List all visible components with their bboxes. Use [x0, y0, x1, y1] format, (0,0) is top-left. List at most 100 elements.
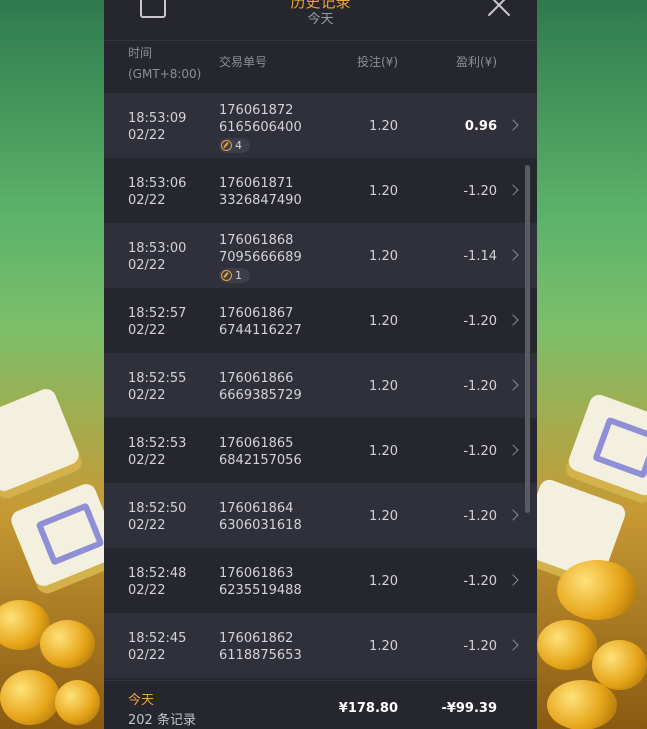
row-bet: 1.20	[369, 509, 398, 524]
coin-decoration	[557, 560, 637, 620]
column-header-profit: 盈利(¥)	[456, 55, 497, 69]
history-panel: 历史记录 今天 时间 (GMT+8:00) 交易单号 投注(¥) 盈利(¥) 1…	[104, 0, 537, 729]
row-id-part1: 176061863	[219, 566, 294, 581]
row-id-part1: 176061867	[219, 306, 294, 321]
table-row[interactable]: 18:52:50 02/22 176061864 6306031618 1.20…	[104, 483, 537, 548]
row-id-cell: 176061862 6118875653	[219, 630, 302, 664]
chevron-right-icon[interactable]	[507, 119, 519, 131]
row-time-cell: 18:53:00 02/22	[128, 240, 186, 274]
row-date: 02/22	[128, 128, 166, 143]
chevron-right-icon[interactable]	[507, 509, 519, 521]
close-icon[interactable]	[486, 0, 512, 16]
free-spin-count: 4	[235, 139, 242, 152]
chevron-right-icon[interactable]	[507, 249, 519, 261]
row-id-part1: 176061868	[219, 233, 294, 248]
row-time-cell: 18:52:53 02/22	[128, 435, 186, 469]
row-id-part2: 7095666689	[219, 250, 302, 265]
row-profit: -1.20	[463, 444, 497, 459]
scrollbar[interactable]	[525, 165, 530, 513]
row-date: 02/22	[128, 583, 166, 598]
row-id-part2: 6842157056	[219, 453, 302, 468]
row-profit: -1.20	[463, 379, 497, 394]
table-row[interactable]: 18:52:53 02/22 176061865 6842157056 1.20…	[104, 418, 537, 483]
row-time-cell: 18:52:48 02/22	[128, 565, 186, 599]
row-date: 02/22	[128, 388, 166, 403]
column-header-bet: 投注(¥)	[357, 55, 398, 69]
row-time: 18:52:57	[128, 306, 187, 321]
row-id-cell: 176061867 6744116227	[219, 305, 302, 339]
row-id-part1: 176061865	[219, 436, 294, 451]
row-bet: 1.20	[369, 184, 398, 199]
row-date: 02/22	[128, 323, 166, 338]
row-date: 02/22	[128, 648, 166, 663]
free-spin-icon	[221, 270, 232, 281]
row-bet: 1.20	[369, 119, 398, 134]
summary-record-count: 202 条记录	[128, 713, 196, 728]
row-time: 18:53:00	[128, 241, 187, 256]
table-row[interactable]: 18:52:48 02/22 176061863 6235519488 1.20…	[104, 548, 537, 613]
row-id-cell: 176061872 6165606400 4	[219, 102, 302, 156]
row-time-cell: 18:52:55 02/22	[128, 370, 186, 404]
row-time: 18:53:09	[128, 111, 187, 126]
history-topbar: 历史记录 今天	[104, 0, 537, 41]
row-id-cell: 176061866 6669385729	[219, 370, 302, 404]
column-header-timezone: (GMT+8:00)	[128, 67, 202, 81]
row-id-part1: 176061871	[219, 176, 294, 191]
date-filter-label[interactable]: 今天	[104, 8, 537, 27]
summary-profit-total: -¥99.39	[441, 701, 497, 716]
chevron-right-icon[interactable]	[507, 574, 519, 586]
table-row[interactable]: 18:52:45 02/22 176061862 6118875653 1.20…	[104, 613, 537, 678]
row-date: 02/22	[128, 453, 166, 468]
chevron-right-icon[interactable]	[507, 639, 519, 651]
row-time: 18:52:50	[128, 501, 187, 516]
row-bet: 1.20	[369, 379, 398, 394]
summary-period-label: 今天	[128, 693, 155, 708]
row-time-cell: 18:52:50 02/22	[128, 500, 186, 534]
row-profit: -1.14	[463, 249, 497, 264]
row-date: 02/22	[128, 518, 166, 533]
game-background-left	[0, 0, 104, 729]
row-id-part1: 176061864	[219, 501, 294, 516]
row-profit: -1.20	[463, 639, 497, 654]
mahjong-tile-decoration	[566, 392, 647, 498]
chevron-right-icon[interactable]	[507, 379, 519, 391]
row-date: 02/22	[128, 193, 166, 208]
row-id-cell: 176061863 6235519488	[219, 565, 302, 599]
row-bet: 1.20	[369, 444, 398, 459]
column-header-time: 时间 (GMT+8:00)	[128, 43, 201, 85]
free-spin-count: 1	[235, 269, 242, 282]
row-id-part2: 6235519488	[219, 583, 302, 598]
free-spin-icon	[221, 140, 232, 151]
row-id-part2: 6118875653	[219, 648, 302, 663]
column-header-id: 交易单号	[219, 55, 268, 69]
chevron-right-icon[interactable]	[507, 184, 519, 196]
table-row[interactable]: 18:52:55 02/22 176061866 6669385729 1.20…	[104, 353, 537, 418]
row-profit: -1.20	[463, 574, 497, 589]
row-time-cell: 18:53:06 02/22	[128, 175, 186, 209]
chevron-right-icon[interactable]	[507, 444, 519, 456]
chevron-right-icon[interactable]	[507, 314, 519, 326]
mahjong-tile-decoration	[8, 481, 104, 589]
row-bet: 1.20	[369, 639, 398, 654]
row-time: 18:52:48	[128, 566, 187, 581]
table-row[interactable]: 18:53:06 02/22 176061871 3326847490 1.20…	[104, 158, 537, 223]
row-time-cell: 18:53:09 02/22	[128, 110, 186, 144]
row-bet: 1.20	[369, 249, 398, 264]
row-time: 18:52:55	[128, 371, 187, 386]
row-time: 18:52:53	[128, 436, 187, 451]
column-header-time-label: 时间	[128, 46, 153, 60]
summary-footer: 今天 202 条记录 ¥178.80 -¥99.39	[104, 680, 537, 729]
coin-decoration	[55, 680, 100, 725]
row-id-part2: 3326847490	[219, 193, 302, 208]
row-date: 02/22	[128, 258, 166, 273]
free-spin-badge: 1	[219, 268, 250, 283]
row-id-cell: 176061865 6842157056	[219, 435, 302, 469]
row-id-part2: 6669385729	[219, 388, 302, 403]
summary-bet-total: ¥178.80	[338, 701, 398, 716]
table-row[interactable]: 18:52:57 02/22 176061867 6744116227 1.20…	[104, 288, 537, 353]
coin-decoration	[537, 620, 597, 670]
table-row[interactable]: 18:53:00 02/22 176061868 7095666689 1 1.…	[104, 223, 537, 288]
row-id-part2: 6744116227	[219, 323, 302, 338]
table-row[interactable]: 18:53:09 02/22 176061872 6165606400 4 1.…	[104, 93, 537, 158]
row-time-cell: 18:52:45 02/22	[128, 630, 186, 664]
